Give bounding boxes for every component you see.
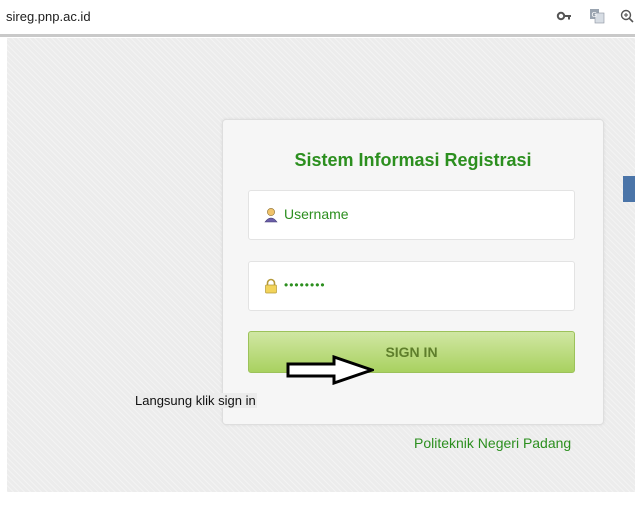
translate-icon[interactable]: G — [589, 8, 605, 24]
bottom-strip — [0, 492, 635, 515]
side-tab[interactable] — [623, 176, 635, 202]
password-field[interactable]: •••••••• — [248, 261, 575, 311]
url-text[interactable]: sireg.pnp.ac.id — [6, 9, 91, 24]
lock-icon — [265, 278, 277, 294]
username-placeholder: Username — [284, 206, 349, 222]
browser-address-bar[interactable]: sireg.pnp.ac.id G — [0, 0, 635, 34]
address-bar-divider — [0, 34, 635, 37]
right-arrow-icon — [286, 355, 374, 385]
login-panel: Sistem Informasi Registrasi Username •••… — [222, 119, 604, 425]
password-value: •••••••• — [284, 278, 326, 292]
svg-text:G: G — [592, 11, 597, 19]
institution-name: Politeknik Negeri Padang — [414, 435, 572, 451]
zoom-icon[interactable] — [619, 8, 635, 24]
username-field[interactable]: Username — [248, 190, 575, 240]
user-icon — [264, 208, 278, 223]
annotation-text: Langsung klik sign in — [134, 393, 257, 408]
login-title: Sistem Informasi Registrasi — [294, 150, 532, 170]
key-icon[interactable] — [556, 8, 572, 24]
